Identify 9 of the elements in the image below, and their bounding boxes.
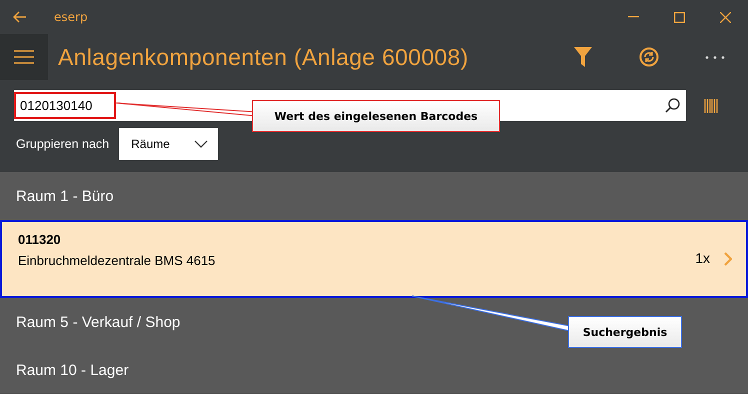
annotation-tooltip: Wert des eingelesenen Barcodes: [252, 100, 500, 132]
annotation-tooltip: Suchergebnis: [568, 316, 682, 348]
item-quantity: 1x: [695, 250, 710, 268]
window-title: eserp: [54, 10, 88, 24]
item-description: Einbruchmeldezentrale BMS 4615: [18, 253, 216, 268]
grouping-label: Gruppieren nach: [16, 137, 110, 151]
item-number: 011320: [18, 232, 62, 247]
barcode-value: 0120130140: [14, 92, 116, 119]
page-title: Anlagenkomponenten (Anlage 600008): [58, 44, 468, 70]
